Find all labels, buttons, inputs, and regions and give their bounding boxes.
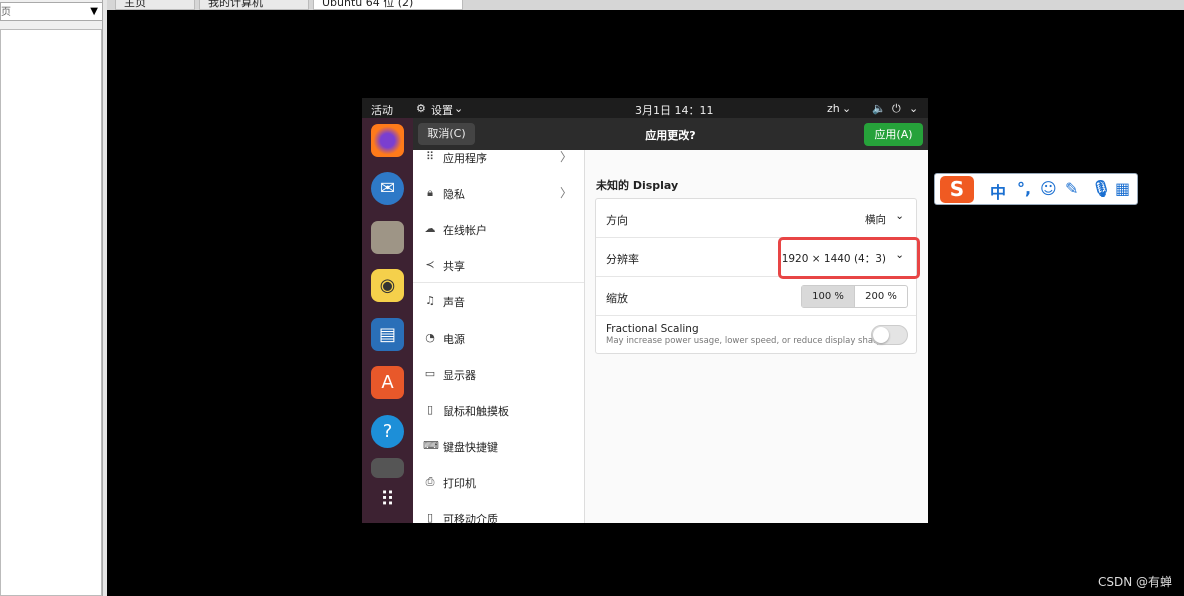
chevron-down-icon: ⌄	[454, 102, 464, 115]
scale-selector: 100 % 200 %	[801, 285, 908, 308]
tab-my-computer[interactable]: 我的计算机	[199, 0, 309, 10]
tab-home[interactable]: 主页	[115, 0, 195, 10]
sidebar-item-mouse[interactable]: ▯ 鼠标和触摸板	[413, 403, 584, 439]
watermark: CSDN @有蝉	[1097, 575, 1172, 589]
display-icon: ▭	[424, 367, 436, 380]
scale-100-button[interactable]: 100 %	[802, 286, 855, 307]
orientation-label: 方向	[606, 214, 628, 227]
resolution-label: 分辨率	[606, 253, 639, 266]
fractional-scaling-desc: May increase power usage, lower speed, o…	[606, 336, 891, 346]
sidebar-item-label: 应用程序	[443, 152, 487, 165]
firefox-icon[interactable]	[371, 124, 404, 157]
display-title: 未知的 Display	[596, 179, 679, 192]
software-icon[interactable]: A	[371, 366, 404, 399]
sidebar-item-label: 在线帐户	[443, 224, 487, 237]
tab-ubuntu-vm[interactable]: Ubuntu 64 位 (2)	[313, 0, 463, 10]
writer-icon[interactable]: ▤	[371, 318, 404, 351]
orientation-value: 横向	[865, 214, 886, 226]
sidebar-item-apps[interactable]: ⠿ 应用程序 〉	[413, 150, 584, 186]
apps-icon: ⠿	[425, 150, 435, 163]
dock: ✉ ◉ ▤ A ? ⠿	[362, 118, 413, 523]
sidebar-item-privacy[interactable]: 🔒︎ 隐私 〉	[413, 186, 584, 222]
volume-icon[interactable]: 🔈	[872, 102, 886, 115]
lock-icon: 🔒︎	[427, 186, 433, 199]
header-bar: 取消(C) 应用更改? 应用(A)	[413, 118, 928, 150]
language-indicator[interactable]: zh	[827, 102, 840, 115]
cloud-icon: ☁︎	[424, 222, 436, 235]
chevron-right-icon: 〉	[559, 186, 572, 200]
vm-screen: 活动 ⚙ 设置 ⌄ 3月1日 14：11 zh ⌄ 🔈 ⏻ ⌄ ✉ ◉ ▤ A …	[362, 98, 928, 523]
printer-icon: ⎙	[425, 475, 435, 488]
scale-label: 缩放	[606, 292, 628, 305]
sogou-logo-icon[interactable]: S	[940, 176, 974, 203]
settings-sidebar: ⠿ 应用程序〉 🔒︎ 隐私〉 ☁︎ 在线帐户 ≺ 共享 ♫ 声音 ◔ 电源 ▭ 显示器 ▯ 鼠标…	[413, 150, 585, 523]
sidebar-item-sharing[interactable]: ≺ 共享	[413, 258, 584, 283]
sidebar-item-label: 鼠标和触摸板	[443, 405, 509, 418]
mouse-icon: ▯	[426, 403, 434, 416]
dropdown-arrow-icon: ▼	[90, 6, 98, 17]
sidebar-item-removable-media[interactable]: ▯ 可移动介质	[413, 511, 584, 523]
sidebar-item-label: 电源	[443, 333, 465, 346]
splitter[interactable]	[103, 0, 107, 596]
thunderbird-icon[interactable]: ✉	[371, 172, 404, 205]
sidebar-item-label: 声音	[443, 296, 465, 309]
activities-button[interactable]: 活动	[371, 102, 393, 118]
display-panel: 方向 横向 ⌄ 分辨率 1920 × 1440 (4：3) ⌄ 缩放 100 %…	[595, 198, 920, 354]
host-tab-bar: 主页 我的计算机 Ubuntu 64 位 (2)	[107, 0, 1184, 10]
show-apps-icon[interactable]: ⠿	[371, 482, 404, 515]
host-library-list[interactable]	[0, 29, 102, 596]
sidebar-item-keyboard[interactable]: ⌨ 键盘快捷键	[413, 439, 584, 475]
clock[interactable]: 3月1日 14：11	[635, 102, 714, 118]
dialog-title: 应用更改?	[645, 129, 696, 142]
chevron-down-icon: ⌄	[895, 210, 904, 222]
fractional-scaling-label: Fractional Scaling	[606, 323, 699, 335]
microphone-icon[interactable]: 🎙︎	[1091, 179, 1111, 198]
sidebar-item-sound[interactable]: ♫ 声音	[413, 294, 584, 330]
rhythmbox-icon[interactable]: ◉	[371, 269, 404, 302]
power-icon[interactable]: ⏻	[892, 102, 901, 116]
pen-icon[interactable]: ✎	[1065, 179, 1078, 198]
music-note-icon: ♫	[425, 294, 435, 307]
host-dropdown[interactable]: 页 ▼	[0, 2, 103, 21]
sidebar-item-label: 共享	[443, 260, 465, 273]
chevron-down-icon[interactable]: ⌄	[909, 102, 918, 115]
sidebar-item-printers[interactable]: ⎙ 打印机	[413, 475, 584, 511]
sidebar-item-label: 隐私	[443, 188, 465, 201]
display-settings: 未知的 Display 方向 横向 ⌄ 分辨率 1920 × 1440 (4：3…	[585, 150, 928, 523]
sidebar-item-label: 打印机	[443, 477, 476, 490]
emoji-icon[interactable]: ☺	[1040, 179, 1057, 198]
gnome-top-bar: 活动 ⚙ 设置 ⌄ 3月1日 14：11 zh ⌄ 🔈 ⏻ ⌄	[362, 98, 928, 118]
ime-toolbar: S 中 °, ☺ ✎ 🎙︎ ▦	[934, 173, 1138, 205]
apply-button[interactable]: 应用(A)	[864, 123, 923, 146]
sidebar-item-label: 显示器	[443, 369, 476, 382]
files-icon[interactable]	[371, 221, 404, 254]
chevron-right-icon: 〉	[559, 150, 572, 164]
gear-icon: ⚙	[416, 102, 426, 115]
usb-icon: ▯	[426, 511, 434, 523]
sidebar-item-label: 键盘快捷键	[443, 441, 498, 454]
fractional-scaling-toggle[interactable]	[871, 325, 908, 345]
sidebar-item-displays[interactable]: ▭ 显示器	[413, 367, 584, 403]
orientation-row[interactable]: 方向 横向 ⌄	[596, 199, 916, 238]
keyboard-icon: ⌨	[423, 439, 439, 452]
sidebar-item-online-accounts[interactable]: ☁︎ 在线帐户	[413, 222, 584, 258]
highlight-annotation	[778, 237, 920, 279]
ime-punct-toggle[interactable]: °,	[1017, 179, 1031, 198]
help-icon[interactable]: ?	[371, 415, 404, 448]
scale-200-button[interactable]: 200 %	[855, 286, 907, 307]
disc-icon[interactable]	[371, 458, 404, 478]
dropdown-value: 页	[1, 7, 11, 18]
power-icon: ◔	[425, 331, 435, 344]
sidebar-item-label: 可移动介质	[443, 513, 498, 523]
grid-menu-icon[interactable]: ▦	[1115, 179, 1130, 198]
sidebar-item-power[interactable]: ◔ 电源	[413, 331, 584, 367]
share-icon: ≺	[425, 258, 435, 271]
ime-mode-toggle[interactable]: 中	[990, 179, 1006, 203]
app-menu[interactable]: 设置	[431, 102, 453, 118]
chevron-down-icon: ⌄	[842, 102, 852, 115]
